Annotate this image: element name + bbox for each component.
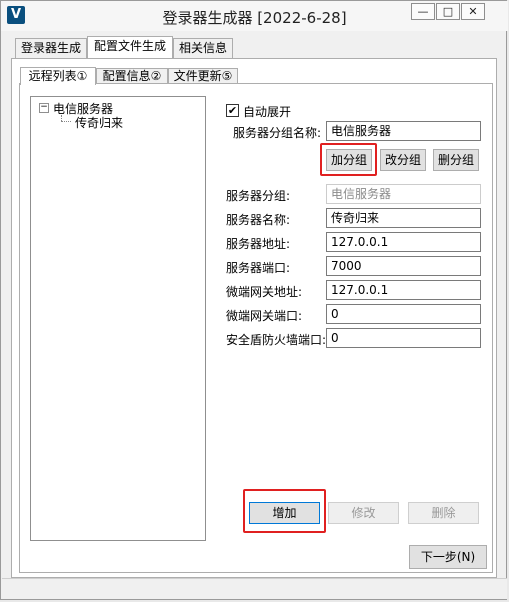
server-port-input[interactable]: 7000 — [326, 256, 481, 276]
edit-button[interactable]: 修改 — [328, 502, 399, 524]
add-group-button[interactable]: 加分组 — [326, 149, 372, 171]
server-name-label: 服务器名称: — [226, 213, 291, 227]
tab-remote-list[interactable]: 远程列表① — [20, 67, 96, 85]
server-port-label: 服务器端口: — [226, 261, 291, 275]
firewall-port-label: 安全盾防火墙端口: — [226, 333, 327, 347]
main-window: V 登录器生成器 [2022-6-28] — □ ✕ 登录器生成 配置文件生成 … — [0, 0, 508, 600]
gateway-address-input[interactable]: 127.0.0.1 — [326, 280, 481, 300]
delete-group-button[interactable]: 删分组 — [433, 149, 479, 171]
maximize-button[interactable]: □ — [436, 3, 460, 20]
server-name-input[interactable]: 传奇归来 — [326, 208, 481, 228]
group-name-label: 服务器分组名称: — [233, 126, 322, 140]
gateway-address-label: 微端网关地址: — [226, 285, 303, 299]
remote-list-panel: − 电信服务器 传奇归来 ✔ 自动展开 服务器分组名称: 电信服务器 加分组 改… — [19, 83, 493, 573]
gateway-port-input[interactable]: 0 — [326, 304, 481, 324]
tab-config-info[interactable]: 配置信息② — [96, 68, 168, 84]
tab-about[interactable]: 相关信息 — [173, 38, 233, 58]
close-button[interactable]: ✕ — [461, 3, 485, 20]
edit-group-button[interactable]: 改分组 — [380, 149, 426, 171]
auto-expand-checkbox[interactable]: ✔ — [226, 104, 239, 117]
server-group-label: 服务器分组: — [226, 189, 291, 203]
delete-button[interactable]: 删除 — [408, 502, 479, 524]
next-step-button[interactable]: 下一步(N) — [409, 545, 487, 569]
minimize-button[interactable]: — — [411, 3, 435, 20]
tab-config-generate[interactable]: 配置文件生成 — [87, 36, 173, 58]
title-bar[interactable]: V 登录器生成器 [2022-6-28] — □ ✕ — [1, 1, 508, 31]
auto-expand-label: 自动展开 — [243, 105, 292, 119]
gateway-port-label: 微端网关端口: — [226, 309, 303, 323]
tab-file-update[interactable]: 文件更新⑤ — [168, 68, 238, 84]
firewall-port-input[interactable]: 0 — [326, 328, 481, 348]
collapse-icon[interactable]: − — [39, 103, 49, 113]
tree-line — [61, 121, 71, 122]
server-address-input[interactable]: 127.0.0.1 — [326, 232, 481, 252]
group-name-input[interactable]: 电信服务器 — [326, 121, 481, 141]
tree-node-server[interactable]: 传奇归来 — [75, 114, 123, 131]
server-tree[interactable]: − 电信服务器 传奇归来 — [30, 96, 206, 541]
add-button[interactable]: 增加 — [249, 502, 320, 524]
status-bar — [2, 578, 507, 599]
server-group-input: 电信服务器 — [326, 184, 481, 204]
config-panel: 远程列表① 配置信息② 文件更新⑤ − 电信服务器 传奇归来 ✔ 自动展开 服务… — [11, 58, 497, 578]
server-address-label: 服务器地址: — [226, 237, 291, 251]
tab-launcher-generate[interactable]: 登录器生成 — [15, 38, 87, 58]
